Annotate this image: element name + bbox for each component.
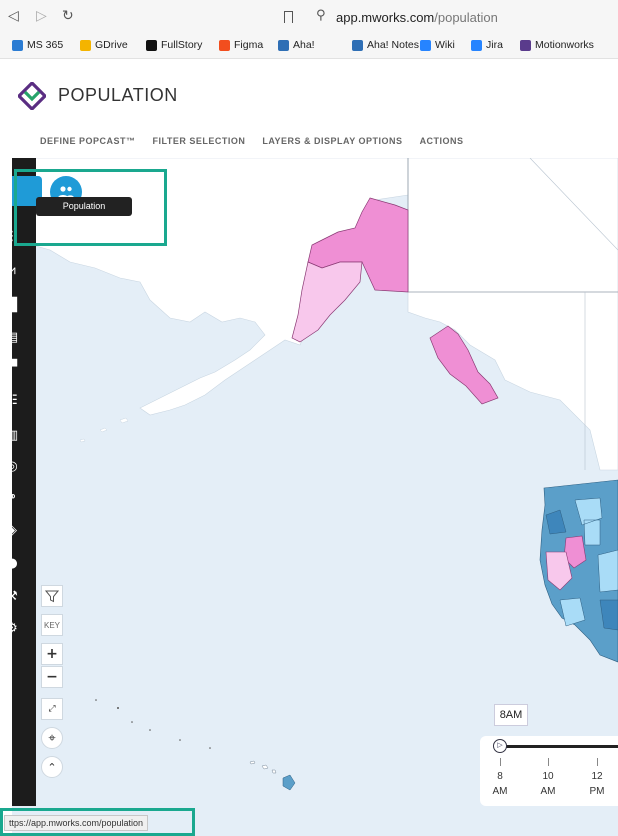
checklist-icon[interactable]: ☷	[0, 390, 24, 412]
current-time-label: 8AM	[494, 704, 528, 726]
zoom-in-button[interactable]: +	[41, 643, 63, 665]
target-icon[interactable]: ◎	[0, 456, 24, 478]
filter-icon	[45, 590, 59, 603]
bookmark-favicon-icon	[278, 39, 289, 51]
bookmark-favicon-icon	[80, 39, 91, 51]
bookmark-item[interactable]: Wiki	[420, 39, 455, 51]
address-field[interactable]: app.mworks.com/population	[336, 10, 498, 25]
trend-icon[interactable]: ⩘	[0, 260, 24, 282]
bookmarks-bar: MS 365 GDrive FullStory Figma Aha! Aha! Notes…	[0, 34, 618, 59]
bookmark-label: Jira	[486, 39, 503, 51]
highlight-box-status	[0, 808, 195, 836]
site-info-icon[interactable]: ⚲	[316, 8, 326, 23]
time-slider-track[interactable]	[502, 745, 618, 748]
map-shapes	[12, 158, 618, 791]
time-tick-hour: 10	[542, 771, 554, 782]
locate-button[interactable]: ⌖	[41, 727, 63, 749]
time-tick-hour: 12	[591, 771, 603, 782]
bookmark-favicon-icon	[471, 39, 482, 51]
zoom-out-button[interactable]: −	[41, 666, 63, 688]
time-tick-hour: 8	[497, 771, 503, 782]
left-toolbar	[12, 158, 36, 806]
bookmark-label: Figma	[234, 39, 264, 51]
bookmark-label: Aha! Notes	[367, 39, 419, 51]
collapse-button[interactable]: ⌃	[41, 756, 63, 778]
settings-icon[interactable]: ⚙	[0, 618, 24, 640]
forward-icon[interactable]: ▷	[36, 9, 47, 23]
url-host: app.mworks.com	[336, 10, 435, 25]
bookmark-label: FullStory	[161, 39, 203, 51]
directions-icon[interactable]: ◈	[0, 520, 24, 542]
building-icon[interactable]: ▟	[0, 295, 24, 317]
bookmark-item[interactable]: Aha!	[278, 39, 315, 51]
bookmark-label: GDrive	[95, 39, 128, 51]
bookmark-label: Aha!	[293, 39, 315, 51]
network-icon[interactable]: ⚭	[0, 487, 24, 509]
browser-url-bar: ◁ ▷ ↻ ⚲ app.mworks.com/population	[0, 0, 618, 34]
user-icon[interactable]: ●	[0, 553, 24, 575]
bookmark-item[interactable]: Motionworks	[520, 39, 594, 51]
nav-define-popcast[interactable]: DEFINE POPCAST™	[40, 136, 136, 146]
time-slider-handle[interactable]: ▷	[493, 739, 507, 753]
bookmark-label: MS 365	[27, 39, 64, 51]
chevron-up-icon: ⌃	[47, 760, 57, 774]
play-icon: ▷	[497, 742, 503, 749]
crosshair-icon: ⌖	[48, 730, 56, 746]
bookmark-favicon-icon	[520, 39, 531, 51]
time-tick	[500, 758, 501, 766]
wrench-icon[interactable]: ⚒	[0, 586, 24, 608]
bookmark-item[interactable]: MS 365	[12, 39, 63, 51]
bookmark-label: Motionworks	[535, 39, 594, 51]
report-icon[interactable]: ▤	[0, 327, 24, 349]
time-tick-period: PM	[589, 786, 605, 797]
nav-actions[interactable]: ACTIONS	[420, 136, 464, 146]
app-logo	[16, 80, 48, 115]
expand-icon: ⤢	[48, 704, 56, 714]
filter-button[interactable]	[41, 585, 63, 607]
reload-icon[interactable]: ↻	[62, 9, 74, 23]
billboard-icon[interactable]: ▀	[0, 357, 24, 379]
back-icon[interactable]: ◁	[8, 9, 19, 23]
fullscreen-button[interactable]: ⤢	[41, 698, 63, 720]
map-canvas[interactable]	[12, 158, 618, 836]
time-tick-period: AM	[540, 786, 556, 797]
url-path: /population	[434, 10, 498, 25]
bookmark-item[interactable]: FullStory	[146, 39, 202, 51]
time-tick	[548, 758, 549, 766]
bookmark-item[interactable]: Figma	[219, 39, 263, 51]
bookmark-item[interactable]: GDrive	[80, 39, 128, 51]
bar-chart-icon[interactable]: ▥	[0, 425, 24, 447]
key-button[interactable]: KEY	[41, 614, 63, 636]
bookmark-item[interactable]: Jira	[471, 39, 503, 51]
bookmark-label: Wiki	[435, 39, 455, 51]
bookmark-item[interactable]: Aha! Notes	[352, 39, 419, 51]
bookmark-icon[interactable]	[284, 11, 293, 23]
nav-layers-display-options[interactable]: LAYERS & DISPLAY OPTIONS	[262, 136, 402, 146]
bookmark-favicon-icon	[146, 39, 157, 51]
bookmark-favicon-icon	[219, 39, 230, 51]
bookmark-favicon-icon	[420, 39, 431, 51]
highlight-box-tooltip	[14, 169, 167, 246]
nav-filter-selection[interactable]: FILTER SELECTION	[153, 136, 246, 146]
time-tick	[597, 758, 598, 766]
page-title: POPULATION	[58, 85, 178, 105]
bookmark-favicon-icon	[12, 39, 23, 51]
app-nav: DEFINE POPCAST™ FILTER SELECTION LAYERS …	[40, 136, 481, 146]
time-tick-period: AM	[492, 786, 508, 797]
bookmark-favicon-icon	[352, 39, 363, 51]
